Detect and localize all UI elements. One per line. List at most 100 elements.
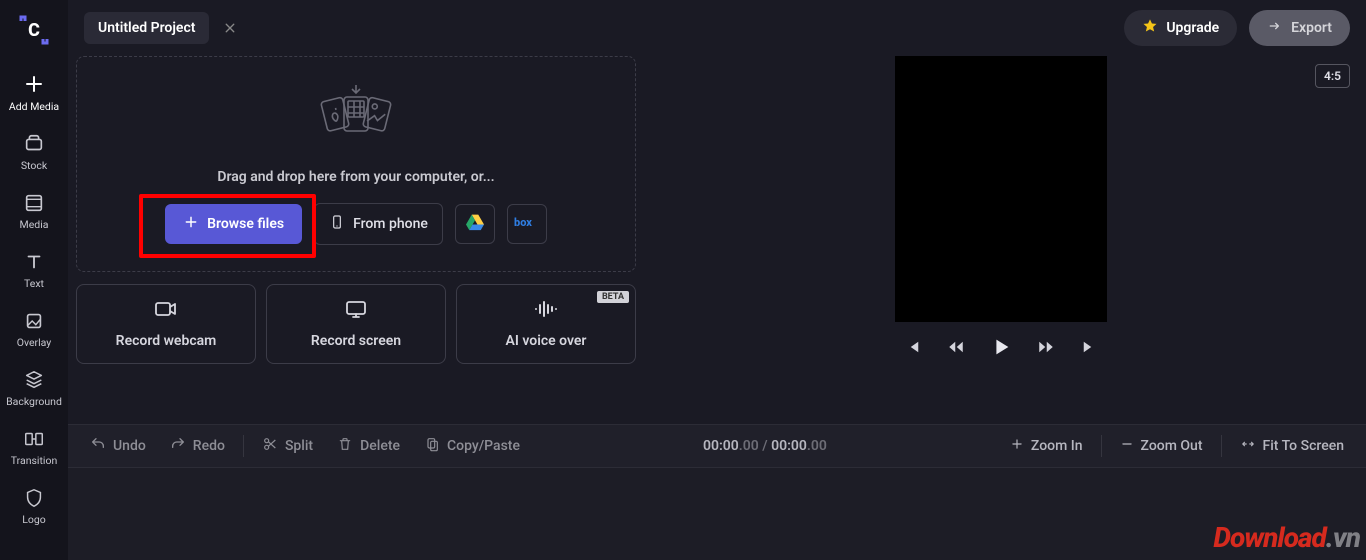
monitor-icon xyxy=(344,299,368,323)
stock-icon xyxy=(23,133,45,155)
sidebar-item-background[interactable]: Background xyxy=(4,363,64,414)
export-button[interactable]: Export xyxy=(1249,10,1350,46)
browse-files-button[interactable]: Browse files xyxy=(165,204,302,244)
google-drive-button[interactable] xyxy=(455,204,495,244)
undo-label: Undo xyxy=(113,438,146,454)
watermark-suffix: .vn xyxy=(1326,521,1360,554)
play-button[interactable] xyxy=(990,336,1012,358)
media-icon xyxy=(23,192,45,214)
ai-voiceover-label: AI voice over xyxy=(506,333,587,349)
clipboard-icon xyxy=(424,436,440,456)
left-sidebar: C Add Media Stock Media Text Overlay xyxy=(0,0,68,560)
upgrade-label: Upgrade xyxy=(1166,20,1219,36)
svg-text:box: box xyxy=(514,216,532,229)
overlay-icon xyxy=(23,310,45,332)
camera-icon xyxy=(154,299,178,323)
toolbar-right: Zoom In Zoom Out Fit To Screen xyxy=(1000,431,1354,461)
beta-badge: BETA xyxy=(597,291,629,303)
from-phone-label: From phone xyxy=(353,216,428,232)
record-screen-label: Record screen xyxy=(311,333,401,349)
toolbar-separator xyxy=(243,435,244,457)
sidebar-item-overlay[interactable]: Overlay xyxy=(4,304,64,355)
text-icon xyxy=(23,251,45,273)
forward-button[interactable] xyxy=(1036,338,1056,356)
transition-icon xyxy=(23,428,45,450)
fit-to-screen-button[interactable]: Fit To Screen xyxy=(1230,431,1355,461)
sidebar-item-label: Text xyxy=(24,277,44,290)
sidebar-item-add-media[interactable]: Add Media xyxy=(4,66,64,119)
sync-off-icon[interactable] xyxy=(221,19,239,37)
copy-paste-label: Copy/Paste xyxy=(447,438,520,454)
sidebar-item-media[interactable]: Media xyxy=(4,186,64,237)
trash-icon xyxy=(337,436,353,456)
phone-icon xyxy=(329,214,345,234)
scissors-icon xyxy=(262,436,278,456)
time-total: 00:00 xyxy=(771,438,807,454)
sidebar-item-label: Stock xyxy=(21,159,47,172)
sidebar-item-transition[interactable]: Transition xyxy=(4,422,64,473)
copy-paste-button[interactable]: Copy/Paste xyxy=(414,430,530,462)
main-area: Untitled Project Upgrade Export xyxy=(68,0,1366,560)
upgrade-button[interactable]: Upgrade xyxy=(1124,10,1237,46)
record-screen-button[interactable]: Record screen xyxy=(266,284,446,364)
undo-icon xyxy=(90,436,106,456)
audio-wave-icon xyxy=(533,299,559,323)
time-sep: / xyxy=(759,438,771,454)
sidebar-item-label: Add Media xyxy=(9,100,59,113)
plus-icon xyxy=(22,72,46,96)
export-label: Export xyxy=(1291,20,1332,36)
record-webcam-label: Record webcam xyxy=(116,333,217,349)
ai-voiceover-button[interactable]: BETA AI voice over xyxy=(456,284,636,364)
toolbar-separator xyxy=(1221,435,1222,457)
zoom-in-button[interactable]: Zoom In xyxy=(1000,431,1093,461)
player-controls xyxy=(652,322,1350,366)
media-panel: Drag and drop here from your computer, o… xyxy=(76,56,636,424)
timeline-toolbar: Undo Redo Split Delete Copy/Paste 00:00.… xyxy=(68,424,1366,468)
skip-end-button[interactable] xyxy=(1080,338,1098,356)
aspect-ratio-button[interactable]: 4:5 xyxy=(1315,64,1350,88)
clipchamp-logo-icon: C xyxy=(19,15,49,45)
zoom-out-button[interactable]: Zoom Out xyxy=(1110,431,1213,461)
dropzone-illustration xyxy=(306,83,406,151)
app-logo[interactable]: C xyxy=(14,10,54,50)
project-title[interactable]: Untitled Project xyxy=(84,12,209,44)
time-total-frac: .00 xyxy=(807,438,827,454)
sidebar-item-label: Overlay xyxy=(17,336,52,349)
plus-icon xyxy=(183,214,199,234)
skip-start-button[interactable] xyxy=(904,338,922,356)
toolbar-separator xyxy=(1101,435,1102,457)
time-display: 00:00.00 / 00:00.00 xyxy=(703,438,827,454)
content-row: Drag and drop here from your computer, o… xyxy=(68,56,1366,424)
sidebar-item-text[interactable]: Text xyxy=(4,245,64,296)
zoom-out-label: Zoom Out xyxy=(1141,438,1203,454)
time-current-frac: .00 xyxy=(739,438,759,454)
plus-icon xyxy=(1010,437,1024,455)
time-current: 00:00 xyxy=(703,438,739,454)
delete-button[interactable]: Delete xyxy=(327,430,410,462)
fit-label: Fit To Screen xyxy=(1263,438,1345,454)
google-drive-icon xyxy=(465,213,485,235)
dropzone-buttons: Browse files From phone xyxy=(165,203,547,245)
timeline[interactable]: Download.vn xyxy=(68,468,1366,560)
box-button[interactable]: box xyxy=(507,204,547,244)
watermark-brand: Download xyxy=(1213,521,1325,554)
undo-button[interactable]: Undo xyxy=(80,430,156,462)
zoom-in-label: Zoom In xyxy=(1031,438,1083,454)
delete-label: Delete xyxy=(360,438,400,454)
record-row: Record webcam Record screen BETA AI voic… xyxy=(76,284,636,364)
sidebar-item-stock[interactable]: Stock xyxy=(4,127,64,178)
redo-button[interactable]: Redo xyxy=(160,430,235,462)
redo-icon xyxy=(170,436,186,456)
split-button[interactable]: Split xyxy=(252,430,323,462)
rewind-button[interactable] xyxy=(946,338,966,356)
preview-canvas[interactable] xyxy=(895,56,1107,322)
record-webcam-button[interactable]: Record webcam xyxy=(76,284,256,364)
from-phone-button[interactable]: From phone xyxy=(314,203,443,245)
layers-icon xyxy=(23,369,45,391)
split-label: Split xyxy=(285,438,313,454)
browse-label: Browse files xyxy=(207,216,284,232)
dropzone[interactable]: Drag and drop here from your computer, o… xyxy=(76,56,636,272)
sidebar-item-logo[interactable]: Logo xyxy=(4,481,64,532)
redo-label: Redo xyxy=(193,438,225,454)
fit-icon xyxy=(1240,437,1256,455)
